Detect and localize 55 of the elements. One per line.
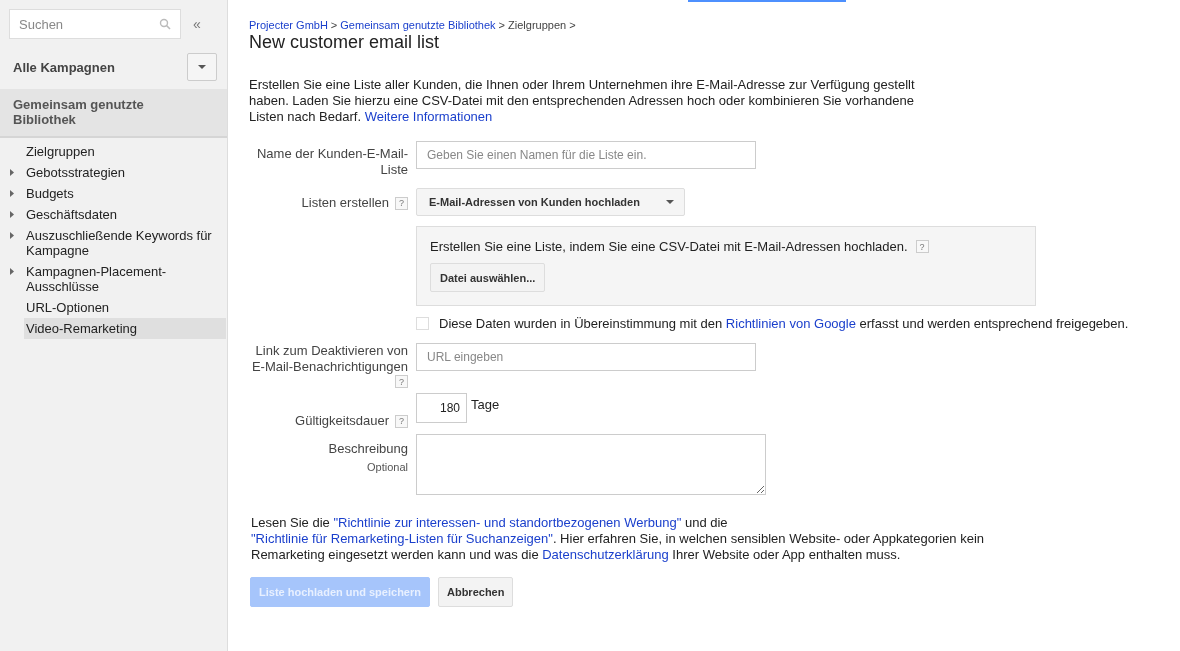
sidebar-item[interactable]: Video-Remarketing [24, 318, 226, 339]
help-icon[interactable]: ? [395, 196, 408, 210]
expand-arrow-icon[interactable] [10, 268, 14, 275]
consent-checkbox[interactable] [416, 317, 429, 330]
sidebar-item[interactable]: Budgets [24, 183, 226, 204]
breadcrumb-separator: > [498, 19, 506, 31]
sidebar-item[interactable]: Zielgruppen [24, 141, 226, 162]
description-field[interactable] [416, 434, 766, 495]
expand-arrow-icon[interactable] [10, 190, 14, 197]
field-label: Beschreibung [328, 441, 408, 457]
breadcrumb-item: Zielgruppen [508, 19, 567, 31]
field-label: Link zum Deaktivieren von E-Mail-Benachrichtigungen [250, 343, 408, 375]
consent-text: Diese Daten wurden in Übereinstimmung mit den Richtlinien von Google erfasst und werden entsprechend freigegeben. [439, 316, 1129, 331]
sidebar-item[interactable]: Gebotsstrategien [24, 162, 226, 183]
caret-icon [666, 200, 674, 204]
sidebar-item[interactable]: URL-Optionen [24, 297, 226, 318]
help-icon[interactable]: ? [915, 240, 929, 253]
breadcrumb-link[interactable]: Projecter GmbH [249, 19, 328, 31]
unsubscribe-url-field[interactable]: URL eingeben [416, 343, 756, 371]
caret-icon [198, 65, 206, 69]
policy-link[interactable]: Richtlinien von Google [725, 316, 856, 331]
list-name-field[interactable]: Geben Sie einen Namen für die Liste ein. [416, 141, 756, 169]
optional-hint: Optional [367, 460, 408, 475]
breadcrumb-separator: > [569, 19, 576, 31]
intro-paragraph: Erstellen Sie eine Liste aller Kunden, die Ihnen oder Ihrem Unternehmen ihre E-Mail-Adresse zur Verfügung gestellt haben. Laden Sie hierzu eine CSV-Datei mit den entsprechenden Adressen hoch oder kombinieren Sie vorhandene Listen nach Bedarf. Weitere Informationen [249, 77, 916, 125]
sidebar-item[interactable]: Kampagnen-Placement-Ausschlüsse [24, 261, 226, 297]
expand-arrow-icon[interactable] [10, 232, 14, 239]
cancel-button[interactable]: Abbrechen [438, 577, 514, 607]
policy-link[interactable]: Datenschutzerklärung [542, 547, 669, 562]
sidebar-item[interactable]: Geschäftsdaten [24, 204, 226, 225]
policy-link[interactable]: "Richtlinie zur interessen- und standortbezogenen Werbung" [333, 515, 682, 530]
more-info-link[interactable]: Weitere Informationen [364, 109, 493, 124]
breadcrumb-link[interactable]: Gemeinsam genutzte Bibliothek [340, 19, 496, 31]
expand-arrow-icon[interactable] [10, 211, 14, 218]
breadcrumb-separator: > [330, 19, 338, 31]
search-field[interactable]: Suchen [9, 9, 181, 39]
field-label: Gültigkeitsdauer [295, 413, 389, 429]
help-icon[interactable]: ? [395, 414, 408, 428]
choose-file-button[interactable]: Datei auswählen... [430, 263, 546, 292]
expand-arrow-icon[interactable] [10, 169, 14, 176]
upload-instructions: Erstellen Sie eine Liste, indem Sie eine CSV-Datei mit E-Mail-Adressen hochladen. [430, 239, 908, 254]
duration-field[interactable]: 180 [416, 393, 467, 423]
policy-paragraph: Lesen Sie die "Richtlinie zur interessen- und standortbezogenen Werbung" und die "Richtlinie für Remarketing-Listen für Suchanzeigen". Hier erfahren Sie, in welchen sensiblen Website- oder Appkategorien kein Remarketing eingesetzt werden kann und was die Datenschutzerklärung Ihrer Website oder App enthalten muss. [251, 515, 986, 563]
collapse-sidebar-button[interactable]: « [193, 16, 201, 32]
field-label: Listen erstellen [301, 195, 389, 211]
policy-link[interactable]: "Richtlinie für Remarketing-Listen für Suchanzeigen" [251, 531, 553, 546]
search-icon [159, 18, 171, 30]
duration-unit: Tage [471, 396, 500, 412]
campaigns-label: Alle Kampagnen [13, 59, 115, 75]
sidebar-item[interactable]: Auszuschließende Keywords für Kampagne [24, 225, 226, 261]
page-title: New customer email list [249, 32, 441, 53]
section-title: Gemeinsam genutzte Bibliothek [0, 89, 227, 138]
list-type-dropdown[interactable]: E-Mail-Adressen von Kunden hochladen [416, 188, 685, 216]
field-label: Name der Kunden-E-Mail-Liste [256, 146, 408, 178]
help-icon[interactable]: ? [395, 375, 408, 388]
